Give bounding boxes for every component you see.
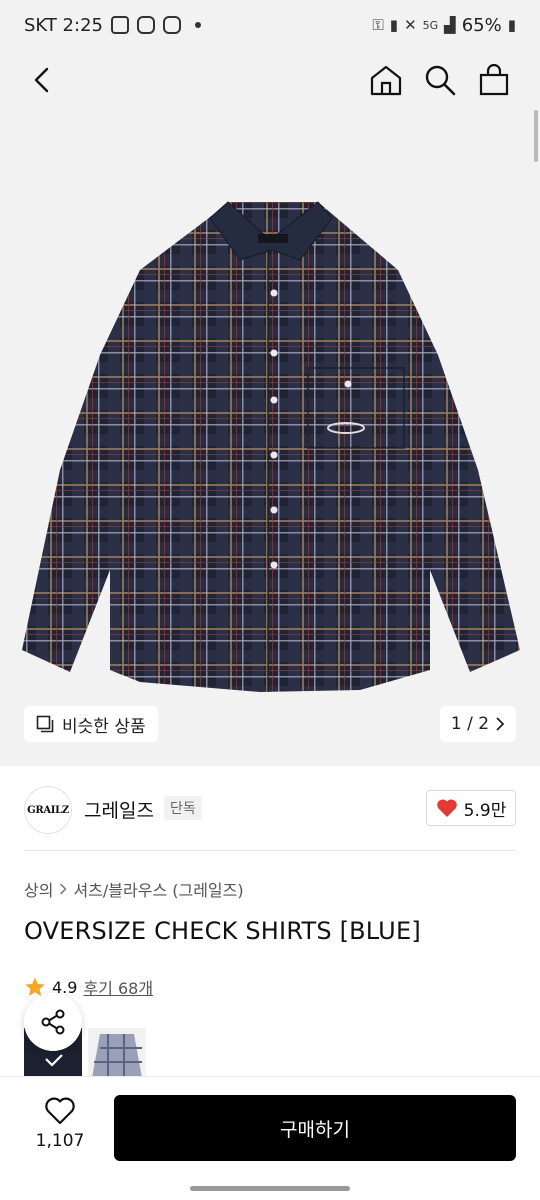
buy-button[interactable]: 구매하기 [114, 1095, 516, 1161]
brand-name[interactable]: 그레일즈 [84, 796, 154, 823]
wishlist-count: 1,107 [35, 1131, 85, 1151]
similar-products-label: 비슷한 상품 [62, 716, 146, 737]
reviews-link[interactable]: 후기 68개 [83, 975, 153, 999]
back-button[interactable] [22, 60, 62, 100]
search-icon [425, 65, 456, 96]
wishlist-button[interactable]: 1,107 [24, 1097, 96, 1161]
instagram-notification-icon-2 [162, 16, 181, 34]
gallery-notification-icon [110, 16, 129, 34]
more-notifications-icon [194, 22, 201, 28]
chevron-right-icon [496, 717, 505, 731]
brand-like-count: 5.9만 [463, 800, 507, 821]
product-image [22, 201, 520, 692]
instagram-notification-icon [136, 16, 155, 34]
brand-logo-text: GRAILZ [27, 804, 69, 816]
chevron-right-icon [60, 883, 68, 895]
color-option[interactable] [88, 1028, 146, 1078]
battery-icon: ▮ [507, 16, 516, 34]
product-title: OVERSIZE CHECK SHIRTS [BLUE] [24, 917, 421, 945]
mute-icon: ✕ [404, 16, 417, 34]
cart-button[interactable] [474, 60, 514, 100]
brand-row: GRAILZ 그레일즈 단독 5.9만 [0, 766, 540, 852]
network-type-icon: 5G [422, 18, 439, 32]
similar-products-button[interactable]: 비슷한 상품 [24, 706, 158, 742]
share-icon [41, 1009, 65, 1035]
brand-logo[interactable]: GRAILZ [24, 786, 72, 834]
search-button[interactable] [420, 60, 460, 100]
gesture-home-indicator[interactable] [190, 1186, 350, 1191]
exclusive-badge: 단독 [164, 796, 202, 820]
image-page-indicator: 1 / 2 [450, 714, 490, 734]
brand-like-button[interactable]: 5.9만 [426, 790, 516, 826]
similar-items-icon [36, 715, 54, 733]
buy-button-label: 구매하기 [280, 1118, 350, 1141]
bottom-action-bar: 1,107 구매하기 [0, 1076, 540, 1180]
heart-filled-icon [436, 799, 457, 817]
divider [24, 850, 516, 851]
home-icon [370, 65, 402, 96]
battery-percent: 65% [461, 14, 502, 36]
breadcrumb-subcategory[interactable]: 셔츠/블라우스 (그레일즈) [73, 877, 243, 901]
page-scroll-indicator [534, 110, 538, 162]
shopping-bag-icon [479, 64, 509, 96]
share-button[interactable] [24, 993, 82, 1051]
top-app-bar [0, 50, 540, 110]
battery-saver-icon: ▮ [389, 16, 399, 34]
signal-icon: ▟ [444, 16, 456, 34]
key-icon: ⚿ [372, 16, 384, 34]
chevron-left-icon [34, 67, 49, 93]
status-bar: SKT 2:25 ⚿ ▮ ✕ 5G ▟ 65% ▮ [0, 0, 540, 50]
product-image-gallery[interactable] [0, 110, 540, 766]
status-time: SKT 2:25 [24, 14, 103, 36]
image-pager-button[interactable]: 1 / 2 [440, 706, 516, 742]
breadcrumb-category[interactable]: 상의 [24, 877, 53, 901]
color-option-image [88, 1028, 146, 1078]
breadcrumb: 상의 셔츠/블라우스 (그레일즈) [24, 877, 244, 901]
home-button[interactable] [366, 60, 406, 100]
heart-outline-icon [45, 1097, 75, 1125]
